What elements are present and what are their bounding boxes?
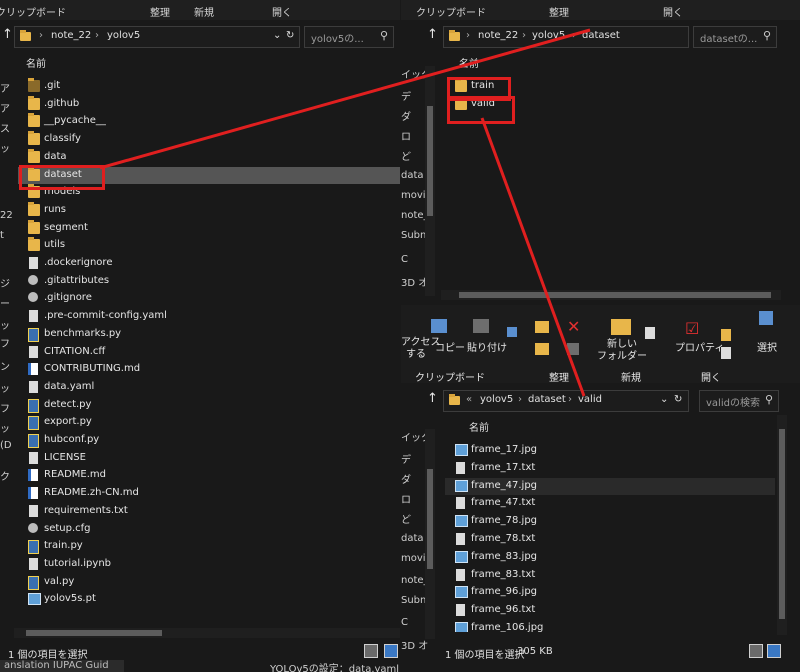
arrow-valid-to-valid-window (480, 117, 586, 397)
annotation-arrows (99, 28, 591, 397)
arrow-dataset-to-dataset-window (99, 28, 591, 170)
